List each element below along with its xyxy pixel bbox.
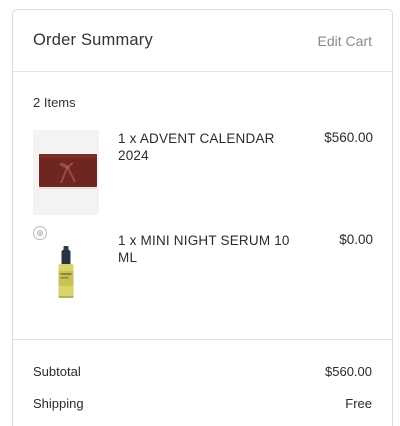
item-name: 1 x MINI NIGHT SERUM 10 ML: [118, 233, 290, 265]
item-name: 1 x ADVENT CALENDAR 2024: [118, 131, 275, 163]
shipping-label: Shipping: [33, 396, 84, 411]
order-summary-header: Order Summary Edit Cart: [13, 10, 392, 72]
shipping-row: Shipping Free: [33, 396, 372, 411]
items-count: 2 Items: [33, 95, 76, 110]
order-totals: Subtotal $560.00 Shipping Free: [13, 364, 392, 411]
gift-icon: ⊕: [33, 226, 47, 240]
gift-box-image: [33, 130, 99, 215]
subtotal-row: Subtotal $560.00: [33, 364, 372, 379]
edit-cart-link[interactable]: Edit Cart: [318, 33, 372, 49]
item-price: $560.00: [324, 130, 373, 145]
advent-calendar-image: [33, 130, 99, 215]
item-price: $0.00: [339, 232, 373, 247]
cart-item: 1 x ADVENT CALENDAR 2024 $560.00: [33, 130, 373, 215]
subtotal-value: $560.00: [325, 364, 372, 379]
shipping-value: Free: [345, 396, 372, 411]
cart-items-section: 2 Items 1 x ADVENT CALENDAR 2024 $560.00…: [13, 72, 392, 340]
order-summary-title: Order Summary: [33, 31, 153, 49]
order-summary-card: Order Summary Edit Cart 2 Items 1 x ADVE…: [12, 9, 393, 426]
mini-night-serum-image: [33, 244, 99, 307]
subtotal-label: Subtotal: [33, 364, 81, 379]
serum-bottle-image: [33, 244, 99, 307]
cart-item: ⊕ 1 x MINI NIGHT SERUM 10 ML $0.00: [33, 226, 373, 307]
